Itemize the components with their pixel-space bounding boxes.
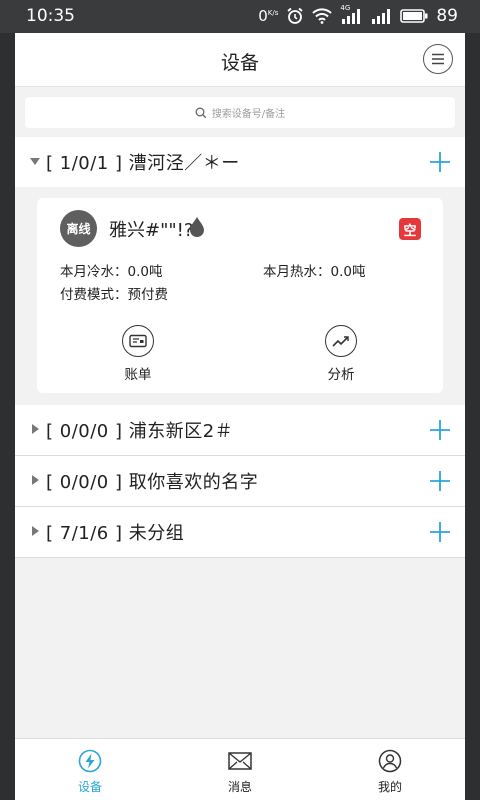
search-placeholder: 搜索设备号/备注 (211, 109, 286, 120)
lightning-icon (78, 749, 102, 773)
group-label: [ 7/1/6 ] 未分组 (46, 523, 185, 544)
alarm-icon (286, 7, 304, 25)
analysis-label: 分析 (327, 367, 355, 383)
empty-badge: 空 (399, 218, 421, 240)
status-bar: 10:35 0K/s 4G 89 (0, 0, 480, 33)
tab-messages-icon-wrap (200, 748, 280, 774)
search-bar[interactable]: 搜索设备号/备注 (25, 97, 455, 128)
add-icon[interactable] (429, 470, 451, 492)
net-speed: 0K/s (258, 7, 279, 25)
status-icons: 0K/s 4G 89 (258, 4, 458, 26)
add-icon[interactable] (429, 419, 451, 441)
caret-down-icon (30, 158, 40, 165)
envelope-icon (228, 752, 252, 770)
device-name: 雅兴#""!? (109, 220, 194, 241)
bill-label: 账单 (124, 367, 152, 383)
group-row[interactable]: [ 7/1/6 ] 未分组 (15, 507, 465, 558)
menu-button[interactable] (423, 44, 453, 74)
app-header: 设备 (15, 33, 465, 87)
tab-devices-icon-wrap (50, 748, 130, 774)
hamburger-icon (432, 53, 444, 65)
group-label: [ 0/0/0 ] 取你喜欢的名字 (46, 472, 259, 493)
tab-devices[interactable]: 设备 (50, 748, 130, 795)
search-icon (195, 107, 207, 118)
app-screen: 设备 搜索设备号/备注 [ 1/0/1 ] 漕河泾／＊ー 离线 雅兴#""!? … (15, 33, 465, 800)
bill-circle (122, 325, 154, 357)
analysis-button[interactable]: 分析 (301, 325, 381, 383)
group-label: [ 1/0/1 ] 漕河泾／＊ー (46, 153, 240, 174)
signal-icon (370, 8, 392, 24)
status-time: 10:35 (26, 6, 75, 26)
tab-profile-label: 我的 (377, 780, 402, 794)
bill-icon (129, 334, 147, 348)
user-icon (378, 749, 402, 773)
caret-right-icon (32, 475, 39, 485)
tab-profile-icon-wrap (350, 748, 430, 774)
signal-4g-icon: 4G (340, 4, 362, 24)
bill-button[interactable]: 账单 (98, 325, 178, 383)
group-label: [ 0/0/0 ] 浦东新区2＃ (46, 421, 234, 442)
tab-profile[interactable]: 我的 (350, 748, 430, 795)
group-row[interactable]: [ 1/0/1 ] 漕河泾／＊ー (15, 137, 465, 188)
group-row[interactable]: [ 0/0/0 ] 浦东新区2＃ (15, 405, 465, 456)
analysis-circle (325, 325, 357, 357)
group-devices: 离线 雅兴#""!? 空 本月冷水：0.0吨 本月热水：0.0吨 付费模式：预付… (15, 187, 465, 405)
tab-devices-label: 设备 (77, 780, 102, 794)
offline-badge: 离线 (60, 210, 97, 247)
group-row[interactable]: [ 0/0/0 ] 取你喜欢的名字 (15, 456, 465, 507)
page-title: 设备 (220, 52, 259, 74)
add-icon[interactable] (429, 151, 451, 173)
battery-level: 89 (436, 6, 458, 26)
tab-messages[interactable]: 消息 (200, 748, 280, 795)
payment-mode: 付费模式：预付费 (60, 287, 168, 303)
water-drop-icon (190, 217, 204, 237)
wifi-icon (312, 8, 333, 24)
caret-right-icon (32, 526, 39, 536)
trend-chart-icon (332, 336, 349, 347)
add-icon[interactable] (429, 521, 451, 543)
battery-icon (400, 9, 428, 23)
tab-messages-label: 消息 (227, 780, 252, 794)
hot-water-stat: 本月热水：0.0吨 (263, 264, 366, 280)
caret-right-icon (32, 424, 39, 434)
device-card[interactable]: 离线 雅兴#""!? 空 本月冷水：0.0吨 本月热水：0.0吨 付费模式：预付… (37, 198, 443, 393)
bottom-tab-bar: 设备 消息 我的 (15, 738, 465, 800)
cold-water-stat: 本月冷水：0.0吨 (60, 264, 163, 280)
